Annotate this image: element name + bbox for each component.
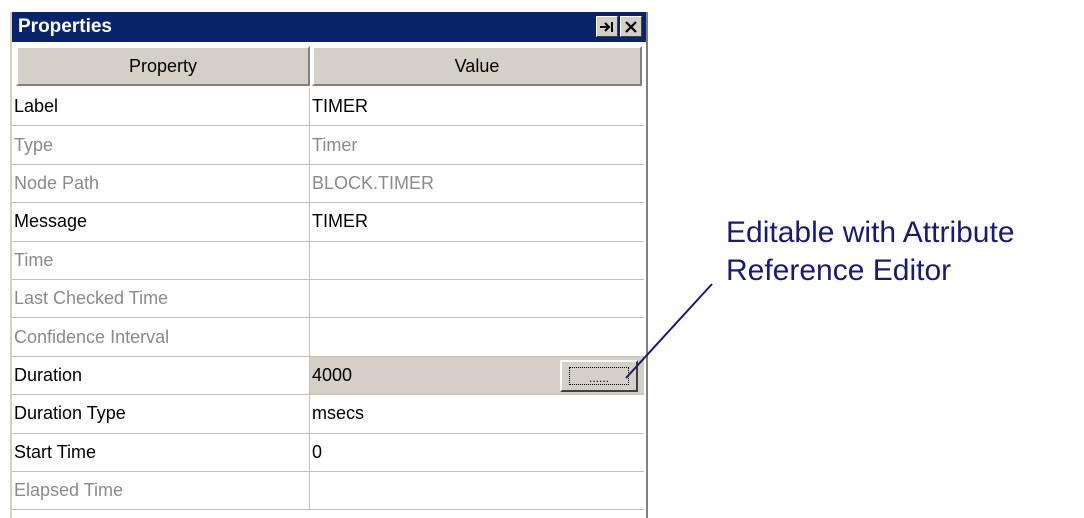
row-type: Type Timer [12, 126, 644, 165]
row-node-path: Node Path BLOCK.TIMER [12, 164, 644, 204]
callout-line-1: Editable with Attribute [726, 216, 1015, 249]
property-name: Type [12, 126, 310, 164]
property-value[interactable]: msecs [310, 395, 644, 432]
row-label[interactable]: Label TIMER [12, 88, 644, 127]
property-grid: Label TIMER Type Timer Node Path BLOCK.T… [12, 88, 646, 511]
close-icon [625, 20, 637, 33]
row-start-time[interactable]: Start Time 0 [12, 433, 644, 472]
property-value: Timer [312, 134, 358, 155]
callout-annotation: Editable with Attribute Reference Editor [726, 214, 1015, 290]
grid-header: Property Value [12, 46, 646, 86]
property-name: Start Time [12, 433, 310, 471]
row-confidence-interval: Confidence Interval [12, 318, 644, 357]
property-value [310, 280, 644, 317]
property-name: Elapsed Time [12, 471, 310, 510]
row-last-checked-time: Last Checked Time [12, 279, 644, 319]
property-value[interactable]: TIMER [310, 88, 644, 125]
panel-titlebar[interactable]: Properties [12, 12, 646, 42]
pin-icon [600, 21, 613, 32]
row-message[interactable]: Message TIMER [12, 203, 644, 242]
property-value[interactable]: 0 [310, 434, 644, 471]
property-name: Node Path [12, 164, 310, 203]
property-value [310, 472, 644, 509]
attribute-reference-editor-button[interactable]: ...... [560, 359, 638, 392]
property-value[interactable]: TIMER [310, 203, 644, 240]
panel-title: Properties [18, 16, 112, 37]
property-name: Label [12, 88, 310, 126]
row-elapsed-time: Elapsed Time [12, 471, 644, 511]
callout-line-2: Reference Editor [726, 254, 952, 287]
duration-value[interactable]: 4000 [312, 365, 352, 386]
property-name: Message [12, 203, 310, 241]
property-value [310, 318, 644, 355]
property-value: BLOCK.TIMER [312, 172, 435, 193]
pin-button[interactable] [596, 16, 618, 37]
ellipsis-label: ...... [569, 366, 629, 385]
property-name: Last Checked Time [12, 279, 310, 318]
row-duration[interactable]: Duration 4000 ...... [12, 356, 644, 396]
property-name: Time [12, 241, 310, 279]
close-button[interactable] [620, 16, 642, 37]
row-time: Time [12, 241, 644, 280]
property-name: Confidence Interval [12, 318, 310, 356]
properties-panel: Properties Property Value Label TIMER Ty… [10, 12, 648, 518]
property-name: Duration Type [12, 395, 310, 433]
property-value [310, 242, 644, 279]
row-duration-type[interactable]: Duration Type msecs [12, 395, 644, 434]
value-column-header[interactable]: Value [312, 46, 642, 86]
property-name: Duration [12, 356, 310, 395]
property-column-header[interactable]: Property [16, 46, 310, 86]
